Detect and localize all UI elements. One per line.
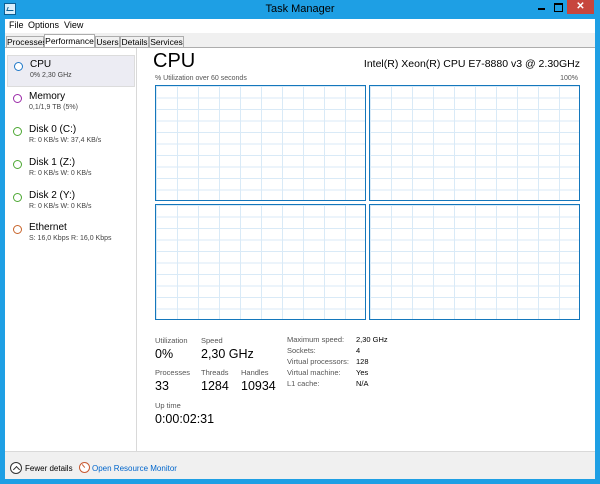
disk-indicator-icon <box>13 127 22 136</box>
page-title: CPU <box>153 50 196 72</box>
menu-bar: File Options View <box>5 19 595 33</box>
fewer-details-button[interactable]: Fewer details <box>25 464 73 473</box>
menu-file[interactable]: File <box>9 20 24 30</box>
cpu-graph-1[interactable] <box>155 85 366 201</box>
cpu-indicator-icon <box>14 62 23 71</box>
speed-label: Speed <box>201 336 223 345</box>
close-button[interactable]: ✕ <box>567 0 594 14</box>
uptime-label: Up time <box>155 401 181 410</box>
cpu-graph-3[interactable] <box>155 204 366 320</box>
handles-label: Handles <box>241 368 269 377</box>
sidebar-item-label: Disk 0 (C:) <box>29 124 77 135</box>
virtual-machine-label: Virtual machine: <box>287 368 341 377</box>
virtual-machine-value: Yes <box>356 368 369 377</box>
sockets-value: 4 <box>356 346 361 355</box>
menu-view[interactable]: View <box>64 20 83 30</box>
processes-value: 33 <box>155 379 169 393</box>
sockets-label: Sockets: <box>287 346 316 355</box>
handles-value: 10934 <box>241 379 276 393</box>
max-speed-label: Maximum speed: <box>287 335 345 344</box>
minimize-button[interactable] <box>533 0 550 14</box>
cpu-graph-2[interactable] <box>369 85 580 201</box>
cpu-graph-4[interactable] <box>369 204 580 320</box>
sidebar-item-disk-2[interactable]: Disk 2 (Y:) R: 0 KB/s W: 0 KB/s <box>7 187 135 219</box>
sidebar-item-label: Ethernet <box>29 222 67 233</box>
sidebar-item-detail: R: 0 KB/s W: 37,4 KB/s <box>29 137 102 144</box>
chevron-up-icon[interactable] <box>10 462 22 474</box>
graph-caption: % Utilization over 60 seconds <box>155 75 247 82</box>
threads-label: Threads <box>201 368 229 377</box>
ethernet-indicator-icon <box>13 225 22 234</box>
virtual-processors-value: 128 <box>356 357 369 366</box>
resource-monitor-icon <box>79 462 90 473</box>
menu-options[interactable]: Options <box>28 20 59 30</box>
resource-sidebar: CPU 0% 2,30 GHz Memory 0,1/1,9 TB (5%) D… <box>5 48 137 452</box>
graph-max-label: 100% <box>560 75 578 82</box>
utilization-value: 0% <box>155 347 174 361</box>
footer-bar: Fewer details Open Resource Monitor <box>5 451 595 479</box>
tab-bar: Processes Performance Users Details Serv… <box>5 33 595 49</box>
performance-panel: CPU 0% 2,30 GHz Memory 0,1/1,9 TB (5%) D… <box>5 47 595 452</box>
sidebar-item-detail: 0,1/1,9 TB (5%) <box>29 104 78 111</box>
sidebar-item-memory[interactable]: Memory 0,1/1,9 TB (5%) <box>7 88 135 120</box>
speed-value: 2,30 GHz <box>201 347 254 361</box>
sidebar-item-detail: S: 16,0 Kbps R: 16,0 Kbps <box>29 235 112 242</box>
sidebar-item-label: CPU <box>30 59 52 70</box>
open-resource-monitor-link[interactable]: Open Resource Monitor <box>92 464 177 473</box>
sidebar-item-detail: 0% 2,30 GHz <box>30 72 72 79</box>
virtual-processors-label: Virtual processors: <box>287 357 349 366</box>
sidebar-item-ethernet[interactable]: Ethernet S: 16,0 Kbps R: 16,0 Kbps <box>7 219 135 251</box>
window-title: Task Manager <box>265 3 335 15</box>
sidebar-item-cpu[interactable]: CPU 0% 2,30 GHz <box>7 55 135 87</box>
l1-cache-label: L1 cache: <box>287 379 320 388</box>
sidebar-item-label: Disk 1 (Z:) <box>29 157 76 168</box>
sidebar-item-disk-0[interactable]: Disk 0 (C:) R: 0 KB/s W: 37,4 KB/s <box>7 121 135 153</box>
l1-cache-value: N/A <box>356 379 369 388</box>
threads-value: 1284 <box>201 379 229 393</box>
sidebar-item-disk-1[interactable]: Disk 1 (Z:) R: 0 KB/s W: 0 KB/s <box>7 154 135 186</box>
cpu-model-name: Intel(R) Xeon(R) CPU E7-8880 v3 @ 2.30GH… <box>363 58 580 70</box>
utilization-label: Utilization <box>155 336 188 345</box>
window-client: File Options View Processes Performance … <box>5 19 595 479</box>
title-bar: Task Manager ✕ <box>0 0 600 19</box>
sidebar-item-detail: R: 0 KB/s W: 0 KB/s <box>29 203 92 210</box>
maximize-button[interactable] <box>550 0 567 14</box>
sidebar-item-label: Disk 2 (Y:) <box>29 190 76 201</box>
sidebar-item-label: Memory <box>29 91 66 102</box>
disk-indicator-icon <box>13 193 22 202</box>
max-speed-value: 2,30 GHz <box>356 335 388 344</box>
memory-indicator-icon <box>13 94 22 103</box>
uptime-value: 0:00:02:31 <box>155 412 215 426</box>
sidebar-item-detail: R: 0 KB/s W: 0 KB/s <box>29 170 92 177</box>
cpu-detail-pane: CPU Intel(R) Xeon(R) CPU E7-8880 v3 @ 2.… <box>138 48 595 452</box>
disk-indicator-icon <box>13 160 22 169</box>
processes-label: Processes <box>155 368 191 377</box>
close-icon: ✕ <box>576 1 585 12</box>
